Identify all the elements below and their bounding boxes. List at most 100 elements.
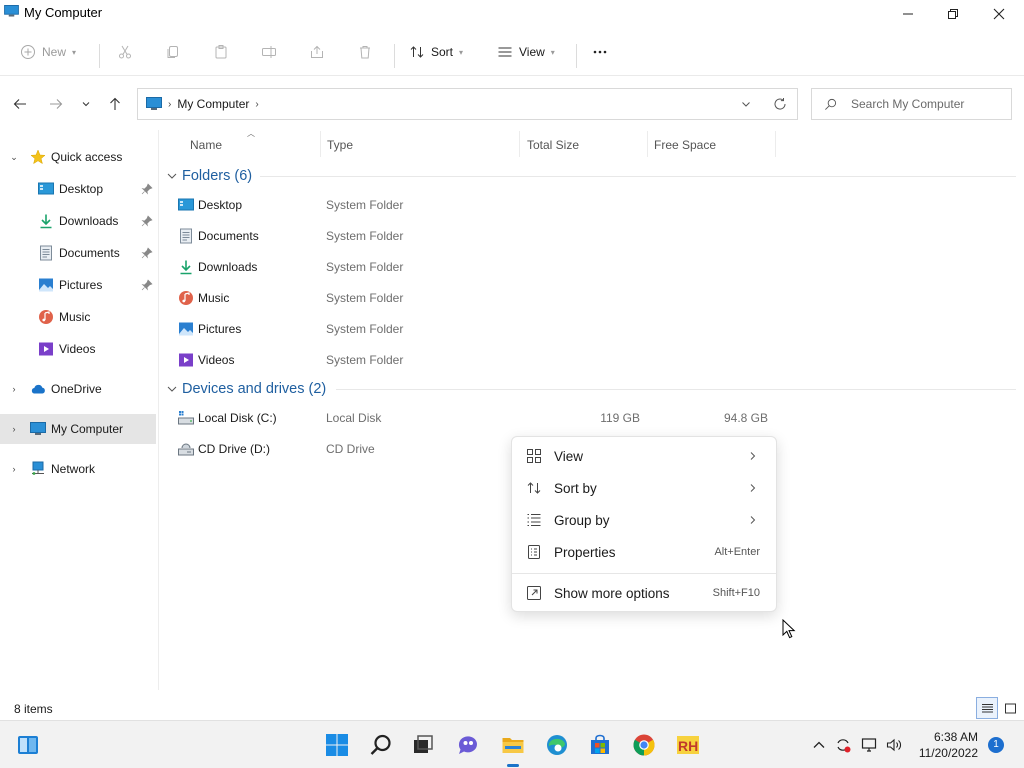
cut-button[interactable] <box>117 40 133 64</box>
resource-hacker-button[interactable]: RH <box>674 731 702 759</box>
start-button[interactable] <box>323 731 351 759</box>
pin-icon[interactable] <box>141 183 153 195</box>
documents-icon <box>40 245 52 261</box>
list-item[interactable]: Videos System Folder <box>170 345 780 375</box>
arrow-left-icon <box>13 99 26 109</box>
context-menu-sort-by[interactable]: Sort by <box>516 473 772 503</box>
more-icon <box>593 50 607 54</box>
plus-circle-icon <box>21 45 35 59</box>
column-divider[interactable] <box>519 131 520 157</box>
rename-button[interactable] <box>261 40 277 64</box>
sidebar-item-network[interactable]: › Network <box>0 454 156 484</box>
list-item[interactable]: Pictures System Folder <box>170 314 780 344</box>
chevron-down-icon[interactable]: ⌄ <box>9 152 19 163</box>
pin-icon[interactable] <box>141 279 153 291</box>
paste-button[interactable] <box>213 40 229 64</box>
column-header-total-size[interactable]: Total Size <box>527 131 647 159</box>
show-hidden-icons-button[interactable] <box>809 735 829 755</box>
breadcrumb-chevron-icon[interactable]: › <box>255 99 258 110</box>
mouse-cursor-icon <box>782 619 796 639</box>
downloads-icon <box>40 214 52 229</box>
pin-icon[interactable] <box>141 215 153 227</box>
chevron-right-icon[interactable]: › <box>9 464 19 474</box>
computer-icon <box>30 422 46 435</box>
breadcrumb-my-computer[interactable]: My Computer <box>177 97 249 111</box>
forward-button[interactable] <box>46 94 66 114</box>
list-item[interactable]: Desktop System Folder <box>170 190 780 220</box>
new-button[interactable]: New ▾ <box>20 40 76 64</box>
file-explorer-taskbar-button[interactable] <box>499 731 527 759</box>
column-label: Name <box>190 138 223 152</box>
sync-tray-button[interactable] <box>833 735 853 755</box>
widgets-button[interactable] <box>14 731 42 759</box>
up-button[interactable] <box>105 94 125 114</box>
column-header-type[interactable]: Type <box>327 131 517 159</box>
group-header-devices[interactable]: Devices and drives (2) <box>166 378 326 400</box>
network-tray-button[interactable] <box>859 735 879 755</box>
edge-button[interactable] <box>543 731 571 759</box>
group-by-icon <box>527 514 541 526</box>
context-menu-properties[interactable]: Properties Alt+Enter <box>516 537 772 567</box>
group-divider <box>336 389 1016 390</box>
refresh-icon[interactable] <box>773 97 787 111</box>
back-button[interactable] <box>10 94 30 114</box>
search-input[interactable] <box>851 97 1001 111</box>
search-box[interactable] <box>811 88 1012 120</box>
notification-badge[interactable]: 1 <box>988 737 1004 753</box>
list-item[interactable]: Downloads System Folder <box>170 252 780 282</box>
context-menu-group-by[interactable]: Group by <box>516 505 772 535</box>
list-item[interactable]: Music System Folder <box>170 283 780 313</box>
copy-button[interactable] <box>165 40 181 64</box>
share-button[interactable] <box>309 40 325 64</box>
maximize-button[interactable] <box>930 0 976 28</box>
chevron-right-icon[interactable]: › <box>9 384 19 394</box>
column-divider[interactable] <box>647 131 648 157</box>
sidebar-item-my-computer[interactable]: › My Computer <box>0 414 156 444</box>
chevron-down-icon: ▾ <box>459 47 464 57</box>
delete-button[interactable] <box>357 40 373 64</box>
recent-locations-button[interactable] <box>76 94 96 114</box>
sidebar-item-quick-access[interactable]: ⌄ Quick access <box>0 142 156 172</box>
pin-icon[interactable] <box>141 247 153 259</box>
context-menu-show-more-options[interactable]: Show more options Shift+F10 <box>516 578 772 608</box>
sidebar-item-documents[interactable]: Documents <box>0 238 156 268</box>
sidebar-item-downloads[interactable]: Downloads <box>0 206 156 236</box>
chrome-button[interactable] <box>630 731 658 759</box>
chevron-down-icon[interactable] <box>739 97 753 111</box>
column-divider[interactable] <box>320 131 321 157</box>
clock[interactable]: 6:38 AM 11/20/2022 <box>906 729 978 761</box>
documents-icon <box>180 228 192 244</box>
store-button[interactable] <box>586 731 614 759</box>
sidebar-item-desktop[interactable]: Desktop <box>0 174 156 204</box>
search-button[interactable] <box>367 731 395 759</box>
context-menu-view[interactable]: View <box>516 441 772 471</box>
item-type: System Folder <box>326 322 404 336</box>
volume-tray-button[interactable] <box>884 735 904 755</box>
minimize-button[interactable] <box>885 0 931 28</box>
pane-divider[interactable] <box>158 130 159 690</box>
large-icons-view-button[interactable] <box>999 697 1021 719</box>
videos-icon <box>179 353 193 367</box>
sidebar-item-videos[interactable]: Videos <box>0 334 156 364</box>
address-bar[interactable]: › My Computer › <box>137 88 798 120</box>
sidebar-item-music[interactable]: Music <box>0 302 156 332</box>
sidebar-item-pictures[interactable]: Pictures <box>0 270 156 300</box>
task-view-button[interactable] <box>409 731 437 759</box>
column-divider[interactable] <box>775 131 776 157</box>
divider <box>394 44 395 68</box>
chat-button[interactable] <box>454 731 482 759</box>
sort-button[interactable]: Sort ▾ <box>409 40 463 64</box>
sidebar-item-onedrive[interactable]: › OneDrive <box>0 374 156 404</box>
column-header-free-space[interactable]: Free Space <box>654 131 774 159</box>
list-item[interactable]: Documents System Folder <box>170 221 780 251</box>
clock-time: 6:38 AM <box>933 730 978 744</box>
list-item[interactable]: Local Disk (C:) Local Disk 119 GB 94.8 G… <box>170 403 780 433</box>
chevron-right-icon[interactable]: › <box>9 424 19 434</box>
more-options-button[interactable] <box>592 40 608 64</box>
close-button[interactable] <box>976 0 1022 28</box>
view-button[interactable]: View ▾ <box>497 40 555 64</box>
copy-icon <box>167 46 178 58</box>
details-view-button[interactable] <box>976 697 998 719</box>
group-header-folders[interactable]: Folders (6) <box>166 165 252 187</box>
column-header-name[interactable]: Name <box>190 131 320 159</box>
